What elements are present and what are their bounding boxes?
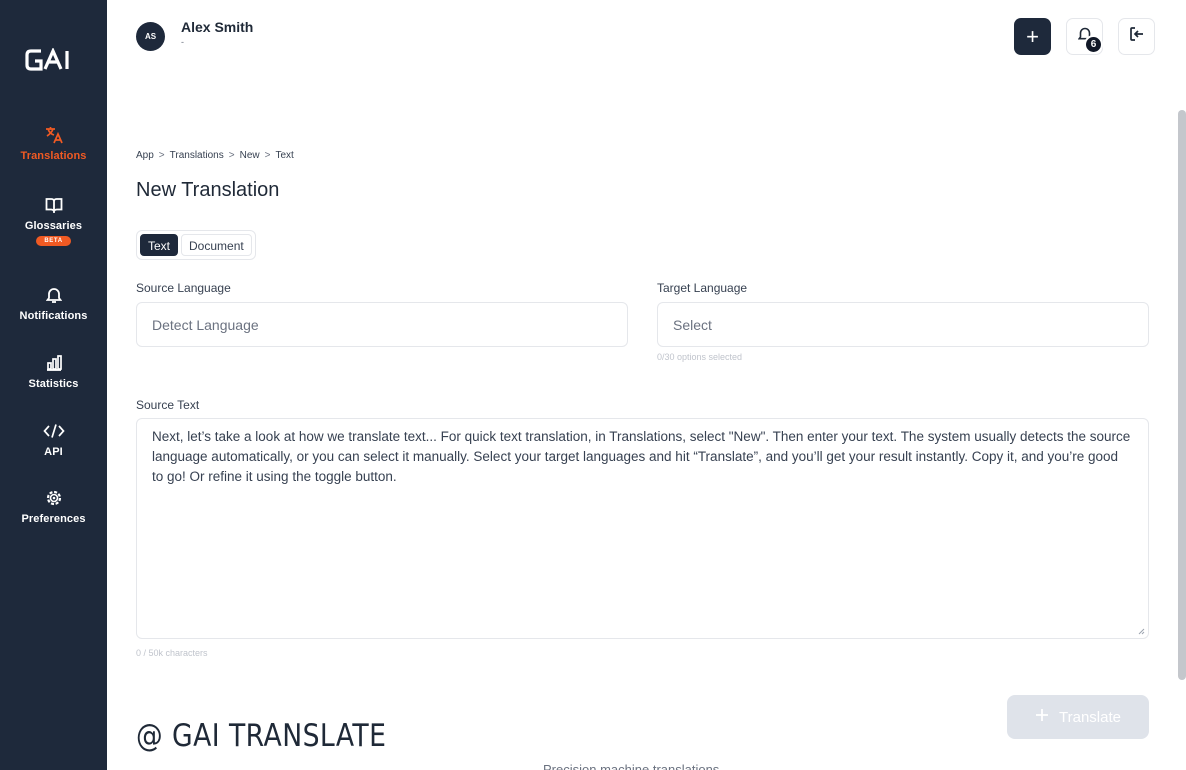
- source-language-select[interactable]: Detect Language: [136, 302, 628, 347]
- bell-icon: [43, 284, 65, 306]
- translate-button-label: Translate: [1059, 708, 1121, 726]
- sidebar-item-label: Glossaries: [24, 220, 83, 232]
- resize-handle-icon[interactable]: [1137, 627, 1145, 635]
- logo-mark: [25, 48, 69, 71]
- book-icon: [43, 194, 65, 216]
- breadcrumb-new[interactable]: New: [240, 150, 260, 161]
- breadcrumb-separator: >: [228, 150, 235, 161]
- user-subtitle: -: [181, 37, 184, 47]
- logout-button[interactable]: [1118, 18, 1155, 55]
- breadcrumb-app[interactable]: App: [136, 150, 154, 161]
- character-count: 0 / 50k characters: [136, 648, 208, 658]
- plus-icon: [1035, 708, 1049, 726]
- breadcrumb-separator: >: [264, 150, 271, 161]
- gear-icon: [43, 487, 65, 509]
- scrollbar[interactable]: [1178, 110, 1186, 680]
- sidebar-item-glossaries[interactable]: Glossaries BETA: [0, 194, 107, 246]
- sidebar-item-statistics[interactable]: Statistics: [0, 352, 107, 390]
- target-language-label: Target Language: [657, 281, 748, 295]
- sidebar-item-label: Preferences: [21, 513, 86, 525]
- notification-count-badge: 6: [1084, 35, 1103, 54]
- sidebar-item-label: Statistics: [28, 378, 79, 390]
- user-name: Alex Smith: [181, 19, 254, 35]
- tab-text[interactable]: Text: [140, 234, 179, 256]
- chart-icon: [43, 352, 65, 374]
- sidebar-item-preferences[interactable]: Preferences: [0, 487, 107, 525]
- source-text-input[interactable]: Next, let’s take a look at how we transl…: [136, 418, 1149, 639]
- sidebar-item-api[interactable]: API: [0, 420, 107, 458]
- sidebar-item-label: Notifications: [19, 310, 88, 322]
- sidebar-item-notifications[interactable]: Notifications: [0, 284, 107, 322]
- logout-icon: [1128, 25, 1146, 48]
- source-text-label: Source Text: [136, 398, 200, 412]
- mode-tabs: Text Document: [136, 230, 256, 260]
- source-language-label: Source Language: [136, 281, 231, 295]
- tab-document[interactable]: Document: [181, 234, 252, 256]
- add-button[interactable]: +: [1014, 18, 1051, 55]
- notifications-button[interactable]: 6: [1066, 18, 1103, 55]
- sidebar-item-label: Translations: [20, 150, 87, 162]
- breadcrumb: App > Translations > New > Text: [136, 150, 294, 161]
- breadcrumb-separator: >: [158, 150, 165, 161]
- beta-badge: BETA: [36, 236, 71, 246]
- plus-icon: +: [1026, 23, 1039, 49]
- code-icon: [42, 420, 65, 442]
- watermark: @ GAI TRANSLATE: [136, 718, 387, 754]
- target-language-select[interactable]: Select: [657, 302, 1149, 347]
- gai-logo[interactable]: [22, 44, 86, 76]
- translate-icon: [43, 124, 65, 146]
- breadcrumb-translations[interactable]: Translations: [170, 150, 224, 161]
- sidebar-item-label: API: [44, 446, 63, 458]
- breadcrumb-text: Text: [275, 150, 294, 161]
- target-language-hint: 0/30 options selected: [657, 352, 743, 362]
- sidebar: Translations Glossaries BETA Notificatio…: [0, 0, 107, 770]
- source-text-value: Next, let’s take a look at how we transl…: [152, 429, 1131, 484]
- avatar[interactable]: AS: [136, 22, 165, 51]
- translate-button[interactable]: Translate: [1007, 695, 1149, 739]
- page-title: New Translation: [136, 179, 280, 201]
- sidebar-item-translations[interactable]: Translations: [0, 124, 107, 162]
- footer-tagline: Precision machine translations: [543, 762, 720, 770]
